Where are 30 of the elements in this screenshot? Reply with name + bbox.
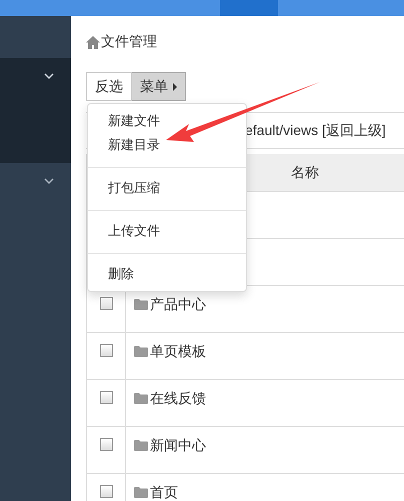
folder-link[interactable]: 新闻中心 xyxy=(150,437,206,455)
checkbox[interactable] xyxy=(100,297,112,310)
chevron-down-icon xyxy=(44,73,54,79)
checkbox[interactable] xyxy=(100,391,112,404)
chevron-down-icon xyxy=(44,178,54,184)
menu-item[interactable]: 新建目录 xyxy=(88,134,246,158)
menu-item[interactable]: 删除 xyxy=(88,263,246,287)
back-link[interactable]: [返回上级] xyxy=(322,122,386,138)
checkbox[interactable] xyxy=(100,344,112,357)
folder-link[interactable]: 单页模板 xyxy=(150,343,206,361)
button[interactable]: 反选 xyxy=(86,72,132,101)
folder-link[interactable]: 产品中心 xyxy=(150,296,206,314)
folder-icon xyxy=(134,299,148,310)
menu-item[interactable]: 打包压缩 xyxy=(88,177,246,201)
folder-link[interactable]: 首页 xyxy=(150,484,178,501)
checkbox[interactable] xyxy=(100,485,112,498)
menu-button[interactable]: 菜单 xyxy=(132,72,186,101)
folder-icon xyxy=(134,346,148,357)
breadcrumb-title: 文件管理 xyxy=(101,33,157,51)
home-icon xyxy=(86,36,100,48)
folder-icon xyxy=(134,393,148,404)
caret-icon xyxy=(173,82,177,90)
folder-icon xyxy=(134,440,148,451)
checkbox[interactable] xyxy=(100,438,112,451)
path-text: efault/views xyxy=(245,122,318,138)
folder-icon xyxy=(134,487,148,498)
menu-item[interactable]: 上传文件 xyxy=(88,220,246,244)
column-header[interactable]: 名称 xyxy=(291,164,319,182)
menu-item[interactable]: 新建文件 xyxy=(88,110,246,134)
folder-link[interactable]: 在线反馈 xyxy=(150,390,206,408)
